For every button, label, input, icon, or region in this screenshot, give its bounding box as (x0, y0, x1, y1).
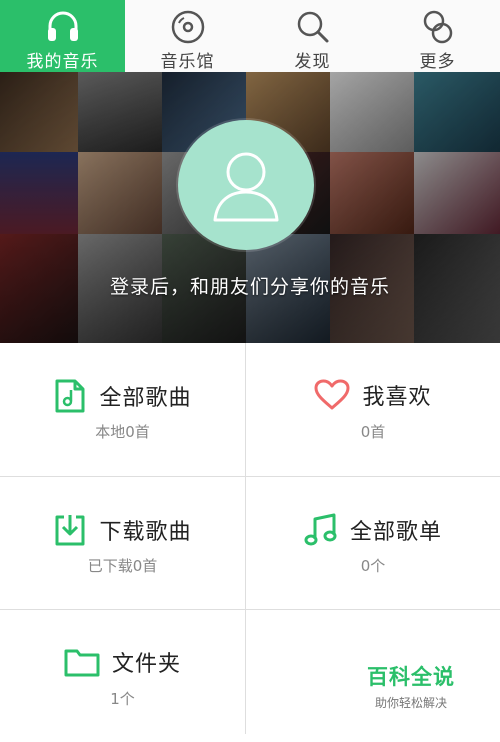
tab-music-hall[interactable]: 音乐馆 (125, 0, 250, 72)
favorites-cell[interactable]: 我喜欢 0首 (246, 343, 500, 475)
cell-count: 1个 (110, 690, 135, 708)
tab-label: 发现 (294, 52, 331, 72)
cell-title: 文件夹 (111, 652, 181, 677)
tab-discover[interactable]: 发现 (250, 0, 375, 72)
tab-label: 音乐馆 (160, 52, 215, 72)
cell-title: 我喜欢 (362, 385, 432, 410)
folders-cell[interactable]: 文件夹 1个 (0, 610, 245, 742)
tab-label: 我的音乐 (26, 52, 99, 72)
user-silhouette-icon (213, 152, 279, 222)
top-tab-bar: 我的音乐 音乐馆 发现 更多 (0, 0, 500, 73)
tab-more[interactable]: 更多 (375, 0, 500, 72)
cell-header: 文件夹 (0, 646, 245, 678)
cell-count: 本地0首 (95, 423, 150, 441)
cell-count: 0首 (360, 423, 386, 441)
login-prompt-text[interactable]: 登录后，和朋友们分享你的音乐 (0, 272, 500, 299)
cell-header: 我喜欢 (246, 379, 500, 411)
music-file-icon (55, 379, 85, 413)
cell-title: 下载歌曲 (99, 520, 192, 545)
more-circles-icon (423, 10, 452, 44)
cell-header: 全部歌曲 (0, 379, 245, 413)
search-icon (297, 11, 328, 43)
watermark-subtitle: 助你轻松解决 (374, 696, 447, 710)
my-music-grid: 全部歌曲 本地0首 我喜欢 0首 下载歌曲 已下载0首 全部歌单 0个 文件夹 … (0, 343, 500, 734)
vinyl-disc-icon (171, 10, 204, 44)
folder-icon (64, 649, 100, 677)
cell-count: 0个 (360, 557, 386, 575)
cell-header: 下载歌曲 (0, 513, 245, 547)
watermark-title: 百科全说 (367, 665, 455, 689)
downloaded-songs-cell[interactable]: 下载歌曲 已下载0首 (0, 477, 245, 609)
baike-watermark: 百科全说 助你轻松解决 (346, 661, 476, 711)
headphones-icon (47, 11, 78, 41)
user-avatar-button[interactable] (178, 120, 314, 250)
download-icon (55, 515, 85, 546)
tab-my-music[interactable]: 我的音乐 (0, 0, 125, 72)
cell-title: 全部歌曲 (99, 386, 192, 411)
all-playlists-cell[interactable]: 全部歌单 0个 (246, 477, 500, 609)
all-songs-cell[interactable]: 全部歌曲 本地0首 (0, 343, 245, 475)
cell-count: 已下载0首 (87, 557, 158, 575)
cell-header: 全部歌单 (246, 513, 500, 547)
music-note-icon (304, 513, 337, 546)
album-mosaic-banner: 登录后，和朋友们分享你的音乐 (0, 72, 500, 343)
heart-icon (314, 379, 350, 410)
tab-label: 更多 (419, 52, 456, 72)
cell-title: 全部歌单 (349, 520, 442, 545)
